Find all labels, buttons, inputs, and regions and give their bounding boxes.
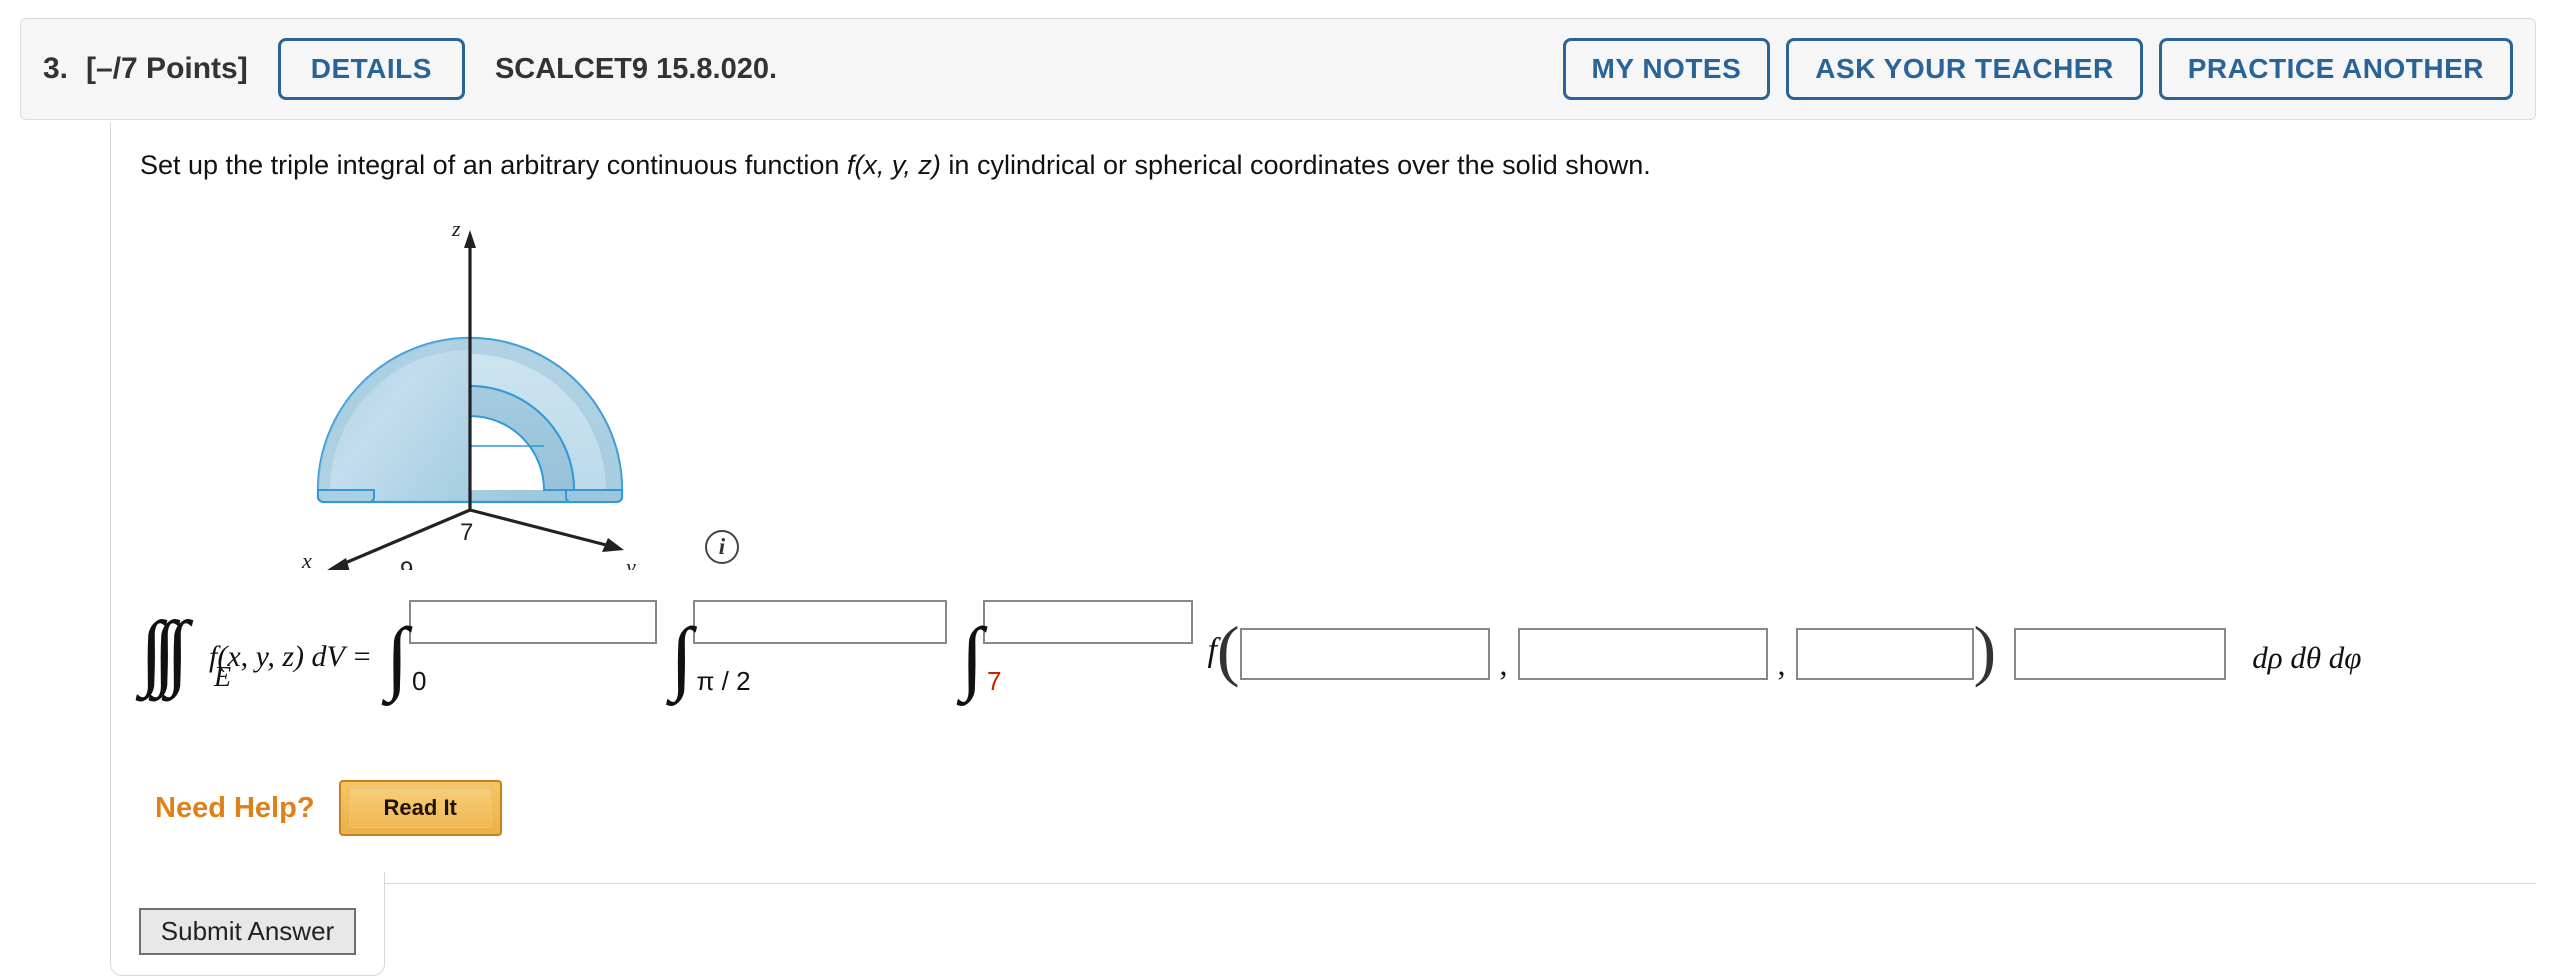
problem-code: SCALCET9 15.8.020. (494, 52, 778, 85)
answer-expression: ∫∫∫ E f(x, y, z) dV = ∫ 0 ∫ π / 2 ∫ 7 f ( , … (140, 598, 2361, 728)
inner-radius-label: 7 (460, 519, 473, 546)
info-icon[interactable]: i (705, 530, 739, 564)
y-axis (469, 508, 611, 548)
read-it-label: Read It (348, 788, 492, 828)
integrand-label: f(x, y, z) dV = (209, 640, 373, 673)
content-divider (370, 883, 2536, 884)
integral-group-2: ∫ π / 2 (671, 598, 947, 698)
base-edge-left (317, 489, 375, 504)
function-label: f (1207, 632, 1217, 669)
base-edge-right (565, 489, 623, 504)
statement-function: f(x, y, z) (846, 150, 941, 180)
need-help-label: Need Help? (155, 791, 315, 824)
assignment-page: 3. [–/7 Points] DETAILS SCALCET9 15.8.02… (0, 0, 2556, 976)
close-paren: ) (1973, 612, 1997, 688)
integral-sign-1: ∫ 0 (386, 611, 427, 702)
y-axis-arrow (602, 538, 624, 552)
statement-part-1: Set up the triple integral of an arbitra… (140, 150, 847, 180)
lower-limit-2: π / 2 (696, 666, 751, 696)
question-header: 3. [–/7 Points] DETAILS SCALCET9 15.8.02… (20, 18, 2536, 120)
hemispherical-shell-diagram: z y x 9 7 (301, 216, 636, 584)
function-arg-input-1[interactable] (1239, 628, 1490, 680)
arg-comma-1: , (1499, 646, 1508, 682)
upper-limit-input-2[interactable] (692, 600, 947, 644)
my-notes-button[interactable]: MY NOTES (1562, 38, 1771, 100)
function-arg-input-2[interactable] (1517, 628, 1768, 680)
z-axis-label: z (451, 216, 461, 241)
differentials-label: dρ dθ dφ (2252, 640, 2362, 675)
lower-limit-1: 0 (412, 666, 427, 696)
integral-region-label: E (214, 662, 232, 693)
left-divider (110, 122, 111, 872)
y-axis-label: y (624, 554, 636, 570)
x-axis-label: x (301, 548, 312, 570)
details-button[interactable]: DETAILS (277, 38, 465, 100)
lower-limit-3: 7 (986, 666, 1002, 696)
jacobian-input[interactable] (2014, 628, 2227, 680)
outer-radius-label: 9 (400, 557, 413, 570)
solid-figure: z y x 9 7 (290, 210, 710, 584)
read-it-button[interactable]: Read It (338, 780, 502, 836)
z-axis-arrow (464, 230, 476, 248)
open-paren: ( (1216, 612, 1240, 688)
problem-statement: Set up the triple integral of an arbitra… (140, 150, 1651, 181)
upper-limit-input-1[interactable] (408, 600, 657, 644)
integral-sign-3: ∫ 7 (960, 611, 1002, 702)
statement-part-2: in cylindrical or spherical coordinates … (940, 150, 1651, 180)
need-help-section: Need Help? Read It (155, 780, 502, 836)
practice-another-button[interactable]: PRACTICE ANOTHER (2158, 38, 2513, 100)
x-axis-arrow (324, 558, 350, 572)
submit-answer-button[interactable]: Submit Answer (138, 908, 357, 955)
integral-sign-2: ∫ π / 2 (670, 611, 751, 702)
header-actions: MY NOTES ASK YOUR TEACHER PRACTICE ANOTH… (1562, 38, 2513, 100)
question-number: 3. (43, 52, 69, 85)
points-indicator: [–/7 Points] (86, 52, 248, 85)
integral-group-1: ∫ 0 (386, 598, 657, 702)
upper-limit-input-3[interactable] (983, 600, 1194, 644)
ask-your-teacher-button[interactable]: ASK YOUR TEACHER (1786, 38, 2143, 100)
triple-integral-symbol: ∫∫∫ E (140, 605, 232, 698)
function-arg-input-3[interactable] (1795, 628, 1974, 680)
integral-group-3: ∫ 7 (960, 598, 1194, 702)
submit-panel: Submit Answer (110, 872, 385, 976)
arg-comma-2: , (1777, 646, 1786, 682)
